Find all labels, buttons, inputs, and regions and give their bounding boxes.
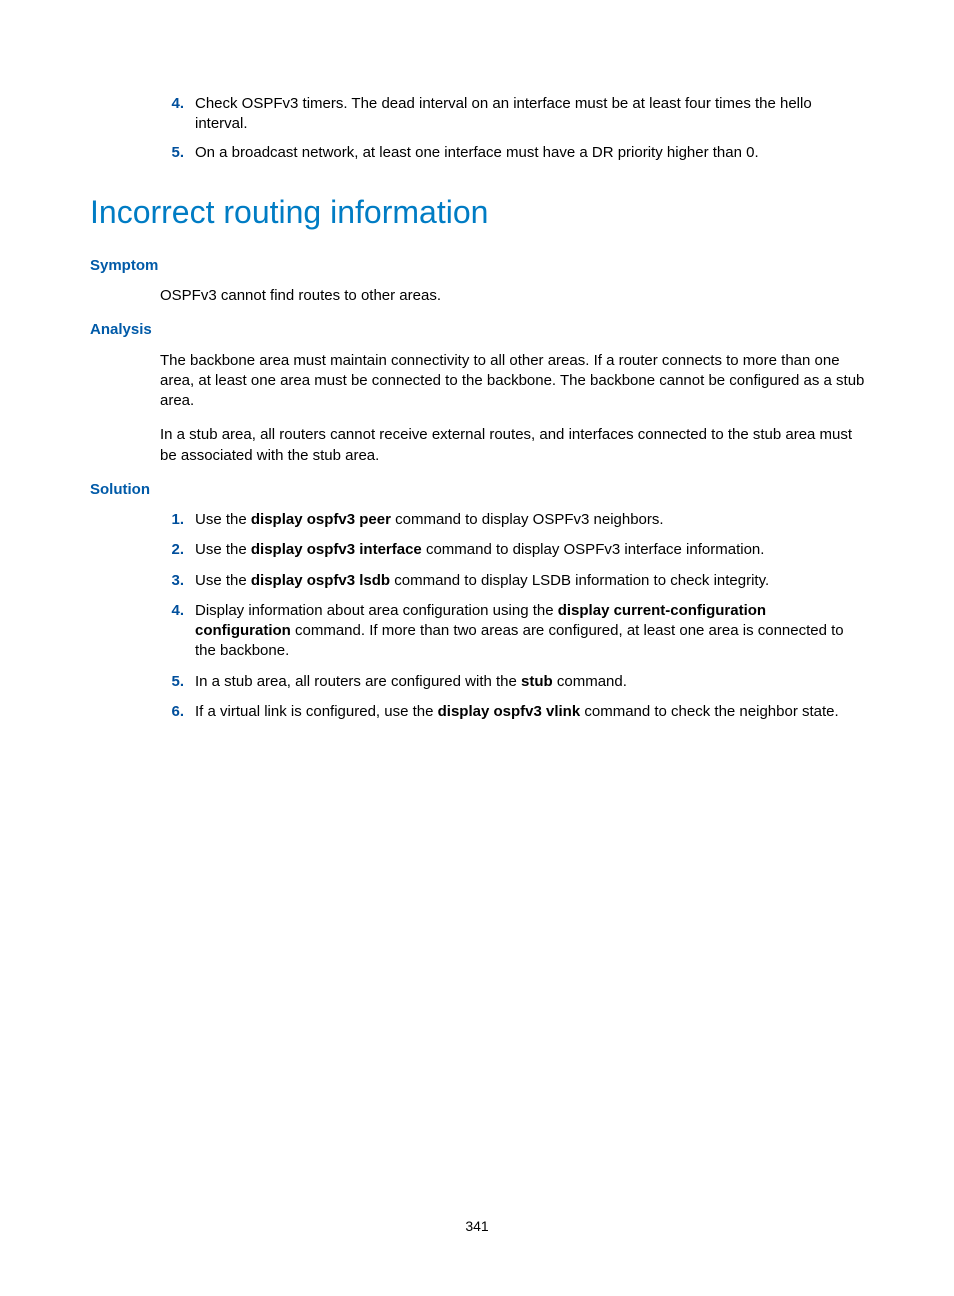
text-bold: display ospfv3 vlink [438,703,581,720]
symptom-heading: Symptom [90,256,866,276]
analysis-para-1: The backbone area must maintain connecti… [90,351,866,412]
analysis-heading: Analysis [90,320,866,340]
document-page: 4. Check OSPFv3 timers. The dead interva… [0,0,954,1296]
list-number: 5. [160,143,184,163]
list-item: 4. Check OSPFv3 timers. The dead interva… [160,94,866,135]
list-text: Use the display ospfv3 lsdb command to d… [195,571,866,591]
analysis-para-2: In a stub area, all routers cannot recei… [90,425,866,466]
text-pre: Use the [195,572,251,589]
section-heading: Incorrect routing information [90,191,866,234]
text-bold: display ospfv3 lsdb [251,572,390,589]
text-pre: If a virtual link is configured, use the [195,703,438,720]
solution-heading: Solution [90,480,866,500]
text-bold: display ospfv3 interface [251,541,422,558]
list-number: 6. [160,702,184,722]
text-bold: display ospfv3 peer [251,511,391,528]
list-number: 3. [160,571,184,591]
text-post: command to display LSDB information to c… [390,572,769,589]
list-item: 5. In a stub area, all routers are confi… [160,672,866,692]
list-text: On a broadcast network, at least one int… [195,143,866,163]
text-pre: Display information about area configura… [195,602,558,619]
top-continuation-list: 4. Check OSPFv3 timers. The dead interva… [90,94,866,163]
list-item: 5. On a broadcast network, at least one … [160,143,866,163]
list-number: 1. [160,510,184,530]
text-pre: In a stub area, all routers are configur… [195,673,521,690]
list-number: 4. [160,94,184,114]
list-item: 3. Use the display ospfv3 lsdb command t… [160,571,866,591]
text-post: command. If more than two areas are conf… [195,622,844,659]
page-number: 341 [0,1217,954,1236]
symptom-text: OSPFv3 cannot find routes to other areas… [90,286,866,306]
list-text: Display information about area configura… [195,601,866,662]
text-post: command. [553,673,627,690]
list-number: 2. [160,540,184,560]
text-post: command to check the neighbor state. [580,703,838,720]
list-item: 1. Use the display ospfv3 peer command t… [160,510,866,530]
solution-list: 1. Use the display ospfv3 peer command t… [90,510,866,722]
text-post: command to display OSPFv3 interface info… [422,541,765,558]
list-item: 2. Use the display ospfv3 interface comm… [160,540,866,560]
list-text: If a virtual link is configured, use the… [195,702,866,722]
text-pre: Use the [195,541,251,558]
text-pre: Use the [195,511,251,528]
list-text: Check OSPFv3 timers. The dead interval o… [195,94,866,135]
list-number: 4. [160,601,184,621]
list-text: Use the display ospfv3 peer command to d… [195,510,866,530]
text-bold: stub [521,673,553,690]
list-number: 5. [160,672,184,692]
list-text: In a stub area, all routers are configur… [195,672,866,692]
list-item: 4. Display information about area config… [160,601,866,662]
text-post: command to display OSPFv3 neighbors. [391,511,664,528]
list-text: Use the display ospfv3 interface command… [195,540,866,560]
list-item: 6. If a virtual link is configured, use … [160,702,866,722]
